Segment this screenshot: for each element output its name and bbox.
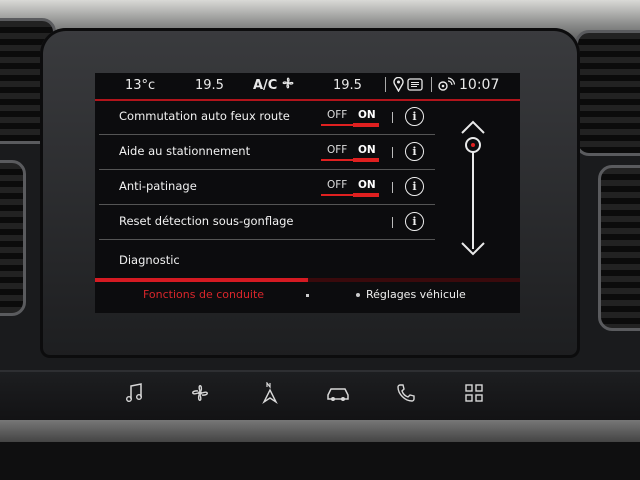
tab-progress-bar [95,278,520,282]
diagnostic-item[interactable]: Diagnostic [119,253,180,267]
hard-button-panel [0,370,640,422]
page-indicator-dot [356,293,360,297]
connectivity-icon [437,77,456,96]
tab-fonctions-de-conduite[interactable]: Fonctions de conduite [143,288,264,301]
setting-row-auto-high-beam: Commutation auto feux route OFF ON i [99,100,435,135]
infotainment-screen: 13°c 19.5 A/C 19.5 10:07 Commutation aut… [95,73,520,313]
status-separator [385,77,386,92]
phone-icon[interactable] [390,382,422,414]
info-icon[interactable]: i [405,107,424,126]
row-separator [392,147,393,158]
right-zone-temperature[interactable]: 19.5 [333,78,362,93]
lower-console [0,442,640,480]
clock: 10:07 [459,77,500,93]
left-zone-temperature[interactable]: 19.5 [195,78,224,93]
car-icon[interactable] [322,382,354,414]
info-icon[interactable]: i [405,212,424,231]
status-separator [431,77,432,92]
location-pin-icon [393,76,404,96]
navigation-icon[interactable] [254,381,286,414]
setting-label: Reset détection sous-gonflage [119,214,294,228]
scrollbar[interactable] [448,109,498,269]
setting-label: Aide au stationnement [119,144,251,158]
chrome-trim [0,420,640,442]
air-vent-left-lower [0,160,26,316]
outside-temperature: 13°c [125,78,156,93]
tab-progress-fill [95,278,308,282]
setting-row-traction-control: Anti-patinage OFF ON i [99,170,435,205]
scroll-up-icon [461,120,485,134]
setting-row-tyre-reset[interactable]: Reset détection sous-gonflage i [99,205,435,240]
music-icon[interactable] [118,382,150,414]
scroll-thumb [465,137,481,153]
info-icon[interactable]: i [405,142,424,161]
toggle-off-label[interactable]: OFF [327,109,347,121]
auto-high-beam-toggle[interactable]: OFF ON [321,109,381,127]
apps-grid-icon[interactable] [458,382,490,414]
toggle-off-label[interactable]: OFF [327,179,347,191]
toggle-off-label[interactable]: OFF [327,144,347,156]
setting-label: Anti-patinage [119,179,197,193]
toggle-active-indicator [353,158,379,162]
toggle-on-label[interactable]: ON [358,144,376,156]
page-indicator-dot [306,294,309,297]
fan-icon[interactable] [184,382,216,414]
tab-reglages-vehicule[interactable]: Réglages véhicule [366,288,466,301]
row-separator [392,112,393,123]
message-icon [407,78,423,95]
toggle-on-label[interactable]: ON [358,179,376,191]
info-icon[interactable]: i [405,177,424,196]
air-vent-right-lower [598,165,640,331]
row-separator [392,182,393,193]
status-bar: 13°c 19.5 A/C 19.5 10:07 [95,73,520,101]
setting-row-park-assist: Aide au stationnement OFF ON i [99,135,435,170]
setting-label: Commutation auto feux route [119,109,290,123]
tab-bar: Fonctions de conduite Réglages véhicule [95,283,520,313]
row-separator [392,217,393,228]
air-vent-right-upper [575,30,640,156]
ac-label[interactable]: A/C [253,78,277,93]
toggle-active-indicator [353,123,379,127]
traction-control-toggle[interactable]: OFF ON [321,179,381,197]
park-assist-toggle[interactable]: OFF ON [321,144,381,162]
toggle-active-indicator [353,193,379,197]
toggle-on-label[interactable]: ON [358,109,376,121]
fan-icon[interactable] [281,76,295,94]
